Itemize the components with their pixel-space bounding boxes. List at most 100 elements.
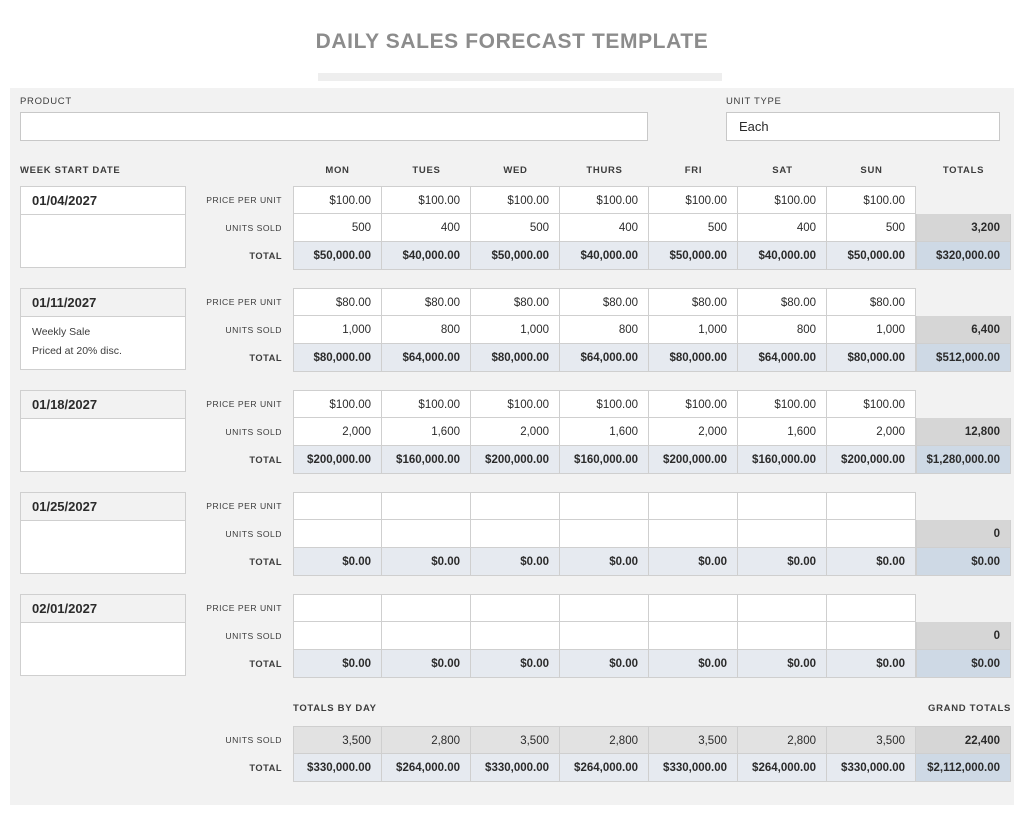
input-cell[interactable] bbox=[293, 520, 382, 548]
input-cell[interactable] bbox=[293, 594, 382, 622]
week-total-cell: 6,400 bbox=[916, 316, 1011, 344]
input-cell[interactable]: 1,000 bbox=[293, 316, 382, 344]
input-cell[interactable]: 2,000 bbox=[471, 418, 560, 446]
week-start-date-input[interactable]: 02/01/2027 bbox=[21, 595, 185, 623]
input-cell[interactable]: 1,000 bbox=[827, 316, 916, 344]
input-cell[interactable] bbox=[293, 492, 382, 520]
week-start-date-input[interactable]: 01/11/2027 bbox=[21, 289, 185, 317]
week-block: 01/04/2027 PRICE PER UNIT UNITS SOLD TOTAL $… bbox=[10, 186, 1014, 274]
unit-type-input[interactable]: Each bbox=[726, 112, 1000, 141]
input-cell[interactable] bbox=[293, 622, 382, 650]
input-cell[interactable]: $100.00 bbox=[560, 186, 649, 214]
input-cell[interactable]: $80.00 bbox=[560, 288, 649, 316]
input-cell[interactable]: $80.00 bbox=[738, 288, 827, 316]
week-start-date-input[interactable]: 01/04/2027 bbox=[21, 187, 185, 215]
input-cell[interactable]: 1,600 bbox=[382, 418, 471, 446]
input-cell[interactable] bbox=[560, 492, 649, 520]
week-date-box: 01/18/2027 bbox=[20, 390, 186, 472]
price-per-unit-row: $100.00 $100.00 $100.00 $100.00 $100.00 $100.… bbox=[293, 390, 1011, 418]
input-cell[interactable] bbox=[560, 622, 649, 650]
input-cell[interactable]: $100.00 bbox=[293, 390, 382, 418]
input-cell[interactable] bbox=[649, 594, 738, 622]
input-cell[interactable]: 2,000 bbox=[293, 418, 382, 446]
input-cell[interactable] bbox=[471, 492, 560, 520]
input-cell[interactable] bbox=[382, 622, 471, 650]
input-cell[interactable]: $80.00 bbox=[382, 288, 471, 316]
product-field-group: PRODUCT bbox=[20, 96, 648, 141]
input-cell[interactable] bbox=[738, 492, 827, 520]
footer-day-cell: $330,000.00 bbox=[471, 754, 560, 782]
input-cell[interactable]: 400 bbox=[382, 214, 471, 242]
input-cell[interactable] bbox=[827, 622, 916, 650]
spreadsheet-page: DAILY SALES FORECAST TEMPLATE PRODUCT UN… bbox=[0, 0, 1024, 817]
input-cell[interactable]: 500 bbox=[827, 214, 916, 242]
footer-header-row: TOTALS BY DAY GRAND TOTALS bbox=[10, 703, 1014, 719]
week-notes-input[interactable]: Weekly Sale Priced at 20% disc. bbox=[21, 317, 185, 361]
input-cell[interactable] bbox=[738, 622, 827, 650]
input-cell[interactable]: $100.00 bbox=[827, 186, 916, 214]
input-cell[interactable]: $100.00 bbox=[649, 186, 738, 214]
input-cell[interactable] bbox=[560, 594, 649, 622]
row-label-total: TOTAL bbox=[249, 659, 282, 669]
input-cell[interactable]: $80.00 bbox=[471, 288, 560, 316]
total-cell: $200,000.00 bbox=[649, 446, 738, 474]
week-notes-input[interactable] bbox=[21, 623, 185, 629]
input-cell[interactable]: 400 bbox=[738, 214, 827, 242]
input-cell[interactable]: $100.00 bbox=[738, 186, 827, 214]
input-cell[interactable] bbox=[649, 622, 738, 650]
input-cell[interactable]: 400 bbox=[560, 214, 649, 242]
input-cell[interactable] bbox=[382, 520, 471, 548]
input-cell[interactable] bbox=[649, 520, 738, 548]
input-cell[interactable]: 1,600 bbox=[560, 418, 649, 446]
input-cell[interactable]: 500 bbox=[471, 214, 560, 242]
input-cell[interactable]: 1,600 bbox=[738, 418, 827, 446]
input-cell[interactable]: $100.00 bbox=[827, 390, 916, 418]
week-date-box: 02/01/2027 bbox=[20, 594, 186, 676]
input-cell[interactable]: 1,000 bbox=[649, 316, 738, 344]
input-cell[interactable]: 1,000 bbox=[471, 316, 560, 344]
input-cell[interactable]: 2,000 bbox=[827, 418, 916, 446]
input-cell[interactable]: 2,000 bbox=[649, 418, 738, 446]
input-cell[interactable] bbox=[649, 492, 738, 520]
header-totals: TOTALS bbox=[942, 165, 985, 176]
week-notes-input[interactable] bbox=[21, 215, 185, 221]
input-cell[interactable]: $100.00 bbox=[560, 390, 649, 418]
input-cell[interactable] bbox=[738, 594, 827, 622]
product-input[interactable] bbox=[20, 112, 648, 141]
input-cell[interactable]: $100.00 bbox=[471, 390, 560, 418]
week-start-date-input[interactable]: 01/18/2027 bbox=[21, 391, 185, 419]
week-total-cell: $1,280,000.00 bbox=[916, 446, 1011, 474]
input-cell[interactable]: 800 bbox=[738, 316, 827, 344]
input-cell[interactable]: 500 bbox=[293, 214, 382, 242]
input-cell[interactable]: $80.00 bbox=[649, 288, 738, 316]
unit-type-label: UNIT TYPE bbox=[726, 96, 782, 107]
input-cell[interactable]: $100.00 bbox=[471, 186, 560, 214]
input-cell[interactable]: $80.00 bbox=[293, 288, 382, 316]
input-cell[interactable] bbox=[471, 594, 560, 622]
week-note-line: Priced at 20% disc. bbox=[32, 345, 122, 357]
input-cell[interactable]: $100.00 bbox=[649, 390, 738, 418]
week-notes-input[interactable] bbox=[21, 521, 185, 527]
input-cell[interactable] bbox=[471, 520, 560, 548]
input-cell[interactable] bbox=[827, 594, 916, 622]
week-start-date-input[interactable]: 01/25/2027 bbox=[21, 493, 185, 521]
input-cell[interactable] bbox=[471, 622, 560, 650]
input-cell[interactable]: $100.00 bbox=[382, 186, 471, 214]
week-notes-input[interactable] bbox=[21, 419, 185, 425]
input-cell[interactable]: 800 bbox=[382, 316, 471, 344]
week-total-cell: 12,800 bbox=[916, 418, 1011, 446]
input-cell[interactable] bbox=[738, 520, 827, 548]
input-cell[interactable] bbox=[382, 492, 471, 520]
input-cell[interactable]: $100.00 bbox=[293, 186, 382, 214]
input-cell[interactable] bbox=[827, 492, 916, 520]
input-cell[interactable]: $80.00 bbox=[827, 288, 916, 316]
footer-day-cell: 3,500 bbox=[471, 726, 560, 754]
input-cell[interactable]: $100.00 bbox=[738, 390, 827, 418]
input-cell[interactable]: $100.00 bbox=[382, 390, 471, 418]
week-row-labels: PRICE PER UNIT UNITS SOLD TOTAL bbox=[196, 390, 282, 474]
input-cell[interactable]: 800 bbox=[560, 316, 649, 344]
input-cell[interactable] bbox=[560, 520, 649, 548]
input-cell[interactable] bbox=[382, 594, 471, 622]
input-cell[interactable] bbox=[827, 520, 916, 548]
input-cell[interactable]: 500 bbox=[649, 214, 738, 242]
